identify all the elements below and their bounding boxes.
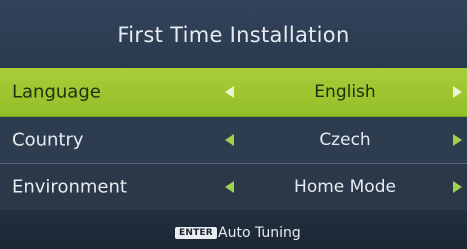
setting-row-country[interactable]: Country Czech [0, 117, 467, 164]
setting-row-environment[interactable]: Environment Home Mode [0, 164, 467, 210]
setting-row-language[interactable]: Language English [0, 68, 467, 117]
footer-hint-bar: ENTER Auto Tuning [0, 211, 467, 249]
setting-label: Country [12, 129, 84, 151]
title-bar: First Time Installation [0, 0, 467, 69]
right-triangle-icon[interactable] [453, 134, 462, 146]
setting-label: Environment [12, 176, 127, 198]
enter-key-badge: ENTER [175, 227, 217, 239]
left-triangle-icon[interactable] [225, 134, 234, 146]
right-triangle-icon[interactable] [453, 181, 462, 193]
setting-value: Czech [319, 130, 371, 150]
setting-value: English [314, 82, 376, 102]
right-triangle-icon[interactable] [453, 86, 462, 98]
auto-tuning-hint[interactable]: Auto Tuning [218, 225, 301, 241]
setting-label: Language [12, 81, 101, 103]
first-time-installation-screen: First Time Installation Language English… [0, 0, 467, 249]
left-triangle-icon[interactable] [225, 181, 234, 193]
setting-value: Home Mode [294, 177, 396, 197]
left-triangle-icon[interactable] [225, 86, 234, 98]
screen-title: First Time Installation [117, 23, 350, 47]
